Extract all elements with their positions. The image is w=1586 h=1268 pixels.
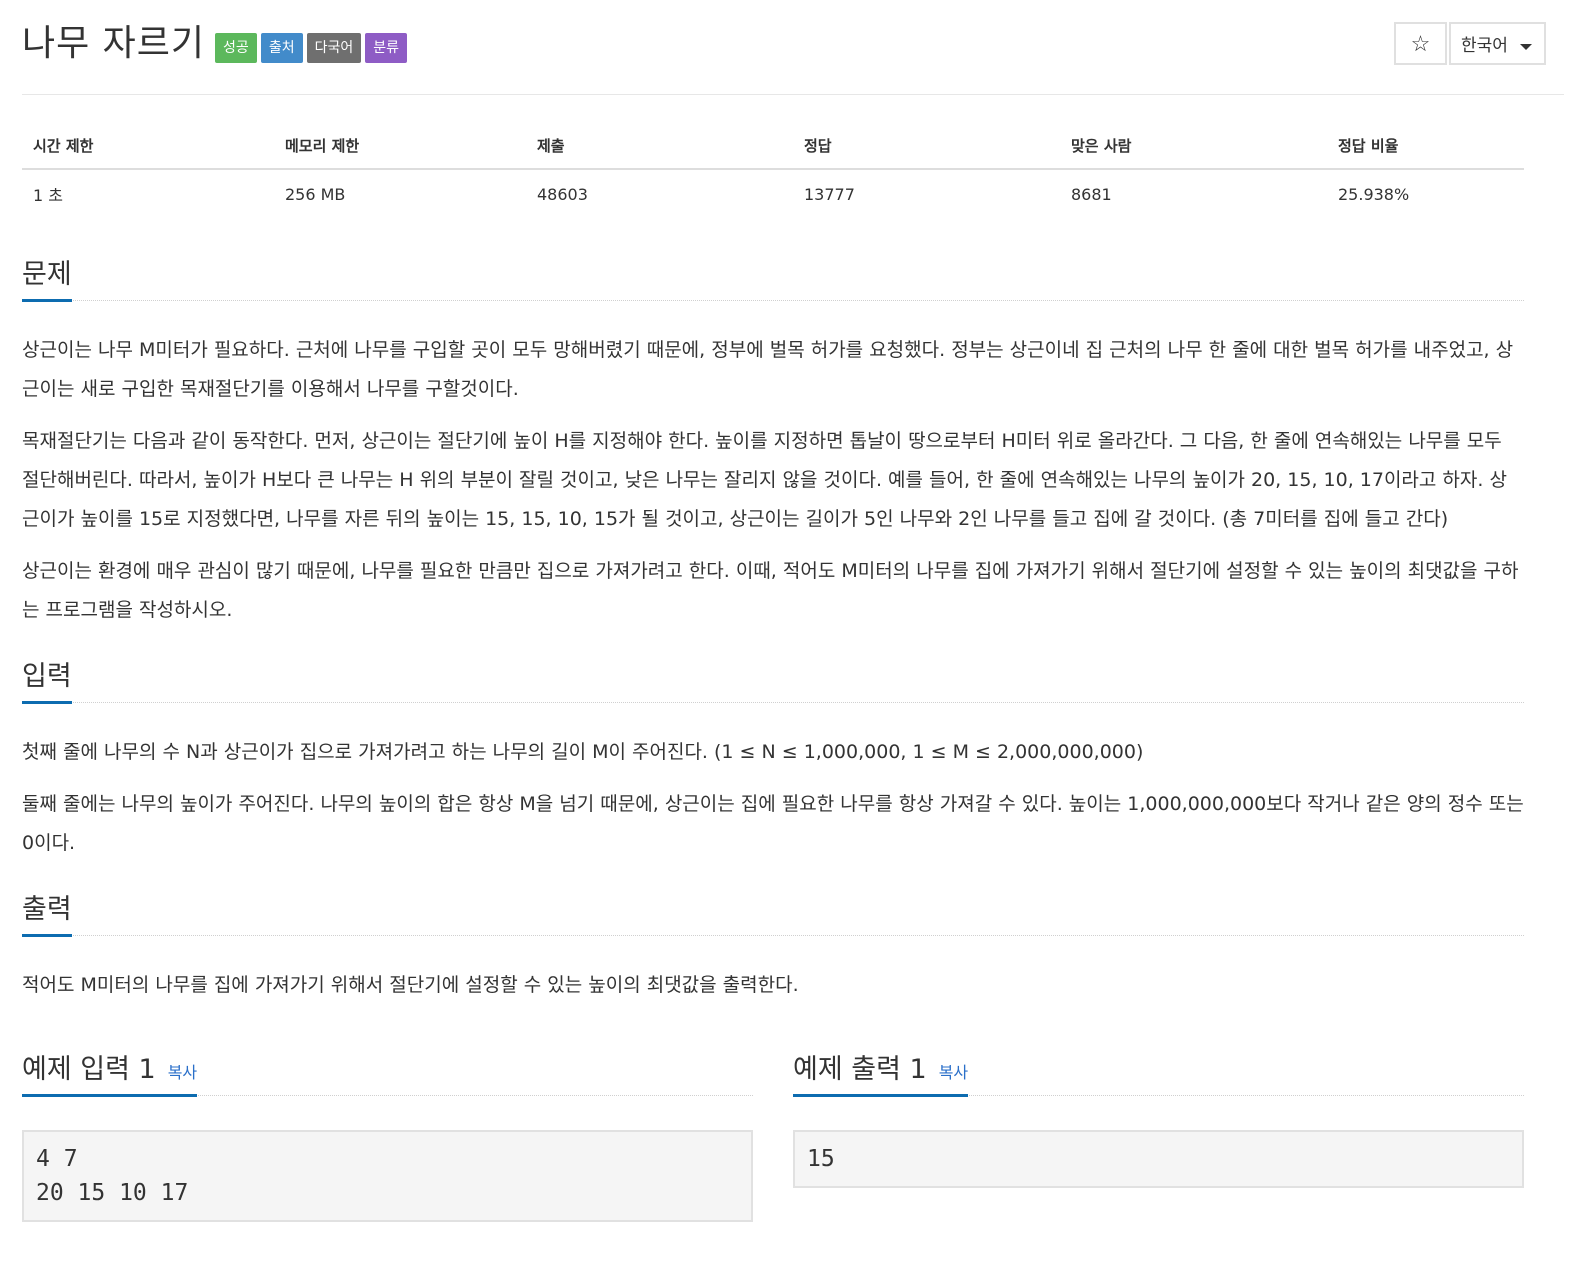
header-ratio: 정답 비율 xyxy=(1327,123,1524,170)
sample-input-title: 예제 입력 1 복사 xyxy=(22,1047,198,1097)
sample-input-title-text: 예제 입력 1 xyxy=(22,1054,156,1085)
value-accepted: 13777 xyxy=(804,184,855,204)
value-memory-limit: 256 MB xyxy=(285,184,346,204)
sample-output-title-text: 예제 출력 1 xyxy=(793,1054,927,1085)
description-paragraph: 목재절단기는 다음과 같이 동작한다. 먼저, 상근이는 절단기에 높이 H를 … xyxy=(22,430,1507,530)
header-memory-limit: 메모리 제한 xyxy=(274,123,526,170)
info-header-row: 시간 제한 메모리 제한 제출 정답 맞은 사람 정답 비율 xyxy=(22,123,1524,170)
description-paragraph: 상근이는 환경에 매우 관심이 많기 때문에, 나무를 필요한 만큼만 집으로 … xyxy=(22,560,1519,621)
problem-header: 나무 자르기 성공 출처 다국어 분류 ☆ 한국어 xyxy=(22,0,1564,95)
value-submissions: 48603 xyxy=(537,184,588,204)
toolbar: ☆ 한국어 xyxy=(1394,22,1546,65)
output-header: 출력 xyxy=(22,883,1524,937)
section-title-description: 문제 xyxy=(22,252,72,302)
output-paragraph: 적어도 M미터의 나무를 집에 가져가기 위해서 절단기에 설정할 수 있는 높… xyxy=(22,974,799,996)
copy-sample-input-link[interactable]: 복사 xyxy=(168,1059,197,1083)
input-paragraph: 둘째 줄에는 나무의 높이가 주어진다. 나무의 높이의 합은 항상 M을 넘기… xyxy=(22,793,1524,854)
sample-output-title: 예제 출력 1 복사 xyxy=(793,1047,969,1097)
description-body: 상근이는 나무 M미터가 필요하다. 근처에 나무를 구입할 곳이 모두 망해버… xyxy=(22,331,1524,630)
sample-output-header: 예제 출력 1 복사 xyxy=(793,1035,1524,1097)
info-value-row: 1 초 256 MB 48603 13777 8681 25.938% xyxy=(22,169,1524,218)
page-title: 나무 자르기 xyxy=(22,23,206,64)
output-section: 출력 적어도 M미터의 나무를 집에 가져가기 위해서 절단기에 설정할 수 있… xyxy=(22,883,1524,1005)
favorite-button[interactable]: ☆ xyxy=(1394,22,1447,65)
value-solvers: 8681 xyxy=(1071,184,1112,204)
label-source[interactable]: 출처 xyxy=(260,33,303,63)
value-time-limit: 1 초 xyxy=(33,186,63,205)
problem-info-table: 시간 제한 메모리 제한 제출 정답 맞은 사람 정답 비율 1 초 256 M… xyxy=(22,123,1524,218)
input-body: 첫째 줄에 나무의 수 N과 상근이가 집으로 가져가려고 하는 나무의 길이 … xyxy=(22,733,1524,863)
language-label: 한국어 xyxy=(1461,36,1508,55)
section-title-output: 출력 xyxy=(22,887,72,937)
description-section: 문제 상근이는 나무 M미터가 필요하다. 근처에 나무를 구입할 곳이 모두 … xyxy=(22,248,1524,630)
title-row: 나무 자르기 성공 출처 다국어 분류 xyxy=(22,22,411,66)
section-title-input: 입력 xyxy=(22,654,72,704)
value-ratio: 25.938% xyxy=(1338,184,1410,204)
sample-input-content[interactable]: 4 7 20 15 10 17 xyxy=(22,1130,753,1222)
label-multilang[interactable]: 다국어 xyxy=(306,33,362,63)
copy-sample-output-link[interactable]: 복사 xyxy=(939,1059,968,1083)
star-icon: ☆ xyxy=(1410,30,1431,56)
output-body: 적어도 M미터의 나무를 집에 가져가기 위해서 절단기에 설정할 수 있는 높… xyxy=(22,966,1524,1005)
header-solvers: 맞은 사람 xyxy=(1060,123,1327,170)
input-header: 입력 xyxy=(22,650,1524,704)
header-submissions: 제출 xyxy=(526,123,793,170)
label-category[interactable]: 분류 xyxy=(365,33,407,63)
sample-output-content[interactable]: 15 xyxy=(793,1130,1524,1188)
header-time-limit: 시간 제한 xyxy=(22,123,274,170)
caret-down-icon xyxy=(1520,44,1532,50)
description-paragraph: 상근이는 나무 M미터가 필요하다. 근처에 나무를 구입할 곳이 모두 망해버… xyxy=(22,339,1514,400)
input-section: 입력 첫째 줄에 나무의 수 N과 상근이가 집으로 가져가려고 하는 나무의 … xyxy=(22,650,1524,863)
sample-input: 예제 입력 1 복사 4 7 20 15 10 17 xyxy=(22,1035,753,1245)
header-accepted: 정답 xyxy=(793,123,1060,170)
sample-input-header: 예제 입력 1 복사 xyxy=(22,1035,753,1097)
problem-page: 나무 자르기 성공 출처 다국어 분류 ☆ 한국어 시간 제한 메모리 제한 제… xyxy=(22,0,1564,1245)
sample-output: 예제 출력 1 복사 15 xyxy=(793,1035,1524,1245)
samples-row: 예제 입력 1 복사 4 7 20 15 10 17 예제 출력 1 복사 15 xyxy=(22,1035,1524,1245)
description-header: 문제 xyxy=(22,248,1524,302)
language-dropdown[interactable]: 한국어 xyxy=(1449,22,1546,65)
input-paragraph: 첫째 줄에 나무의 수 N과 상근이가 집으로 가져가려고 하는 나무의 길이 … xyxy=(22,741,1144,763)
label-success[interactable]: 성공 xyxy=(215,33,257,63)
